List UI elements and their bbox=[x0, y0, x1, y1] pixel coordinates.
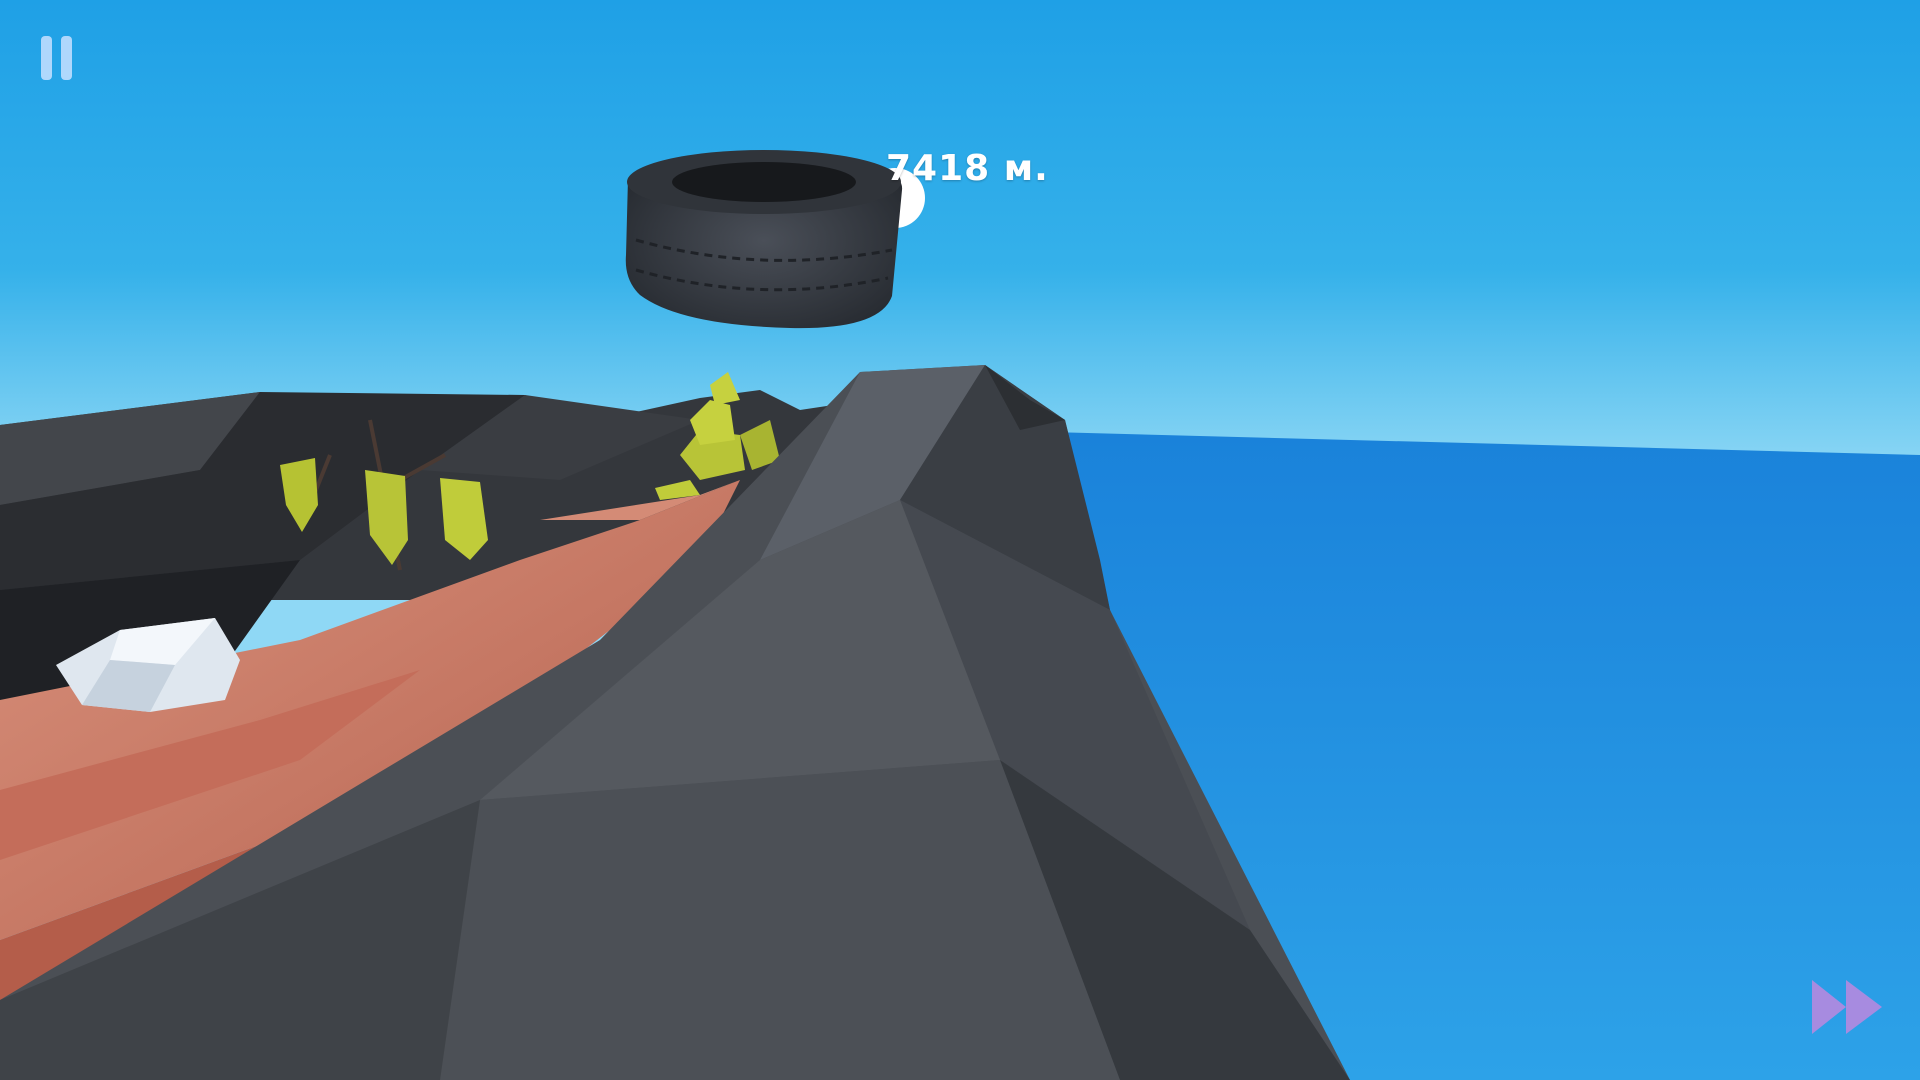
fast-forward-icon bbox=[1812, 980, 1882, 1034]
distance-counter: 7418 м. bbox=[886, 148, 1049, 189]
game-viewport[interactable]: 7418 м. bbox=[0, 0, 1920, 1080]
pause-button[interactable] bbox=[36, 32, 80, 86]
tire bbox=[625, 150, 903, 329]
fast-forward-button[interactable] bbox=[1808, 976, 1886, 1038]
